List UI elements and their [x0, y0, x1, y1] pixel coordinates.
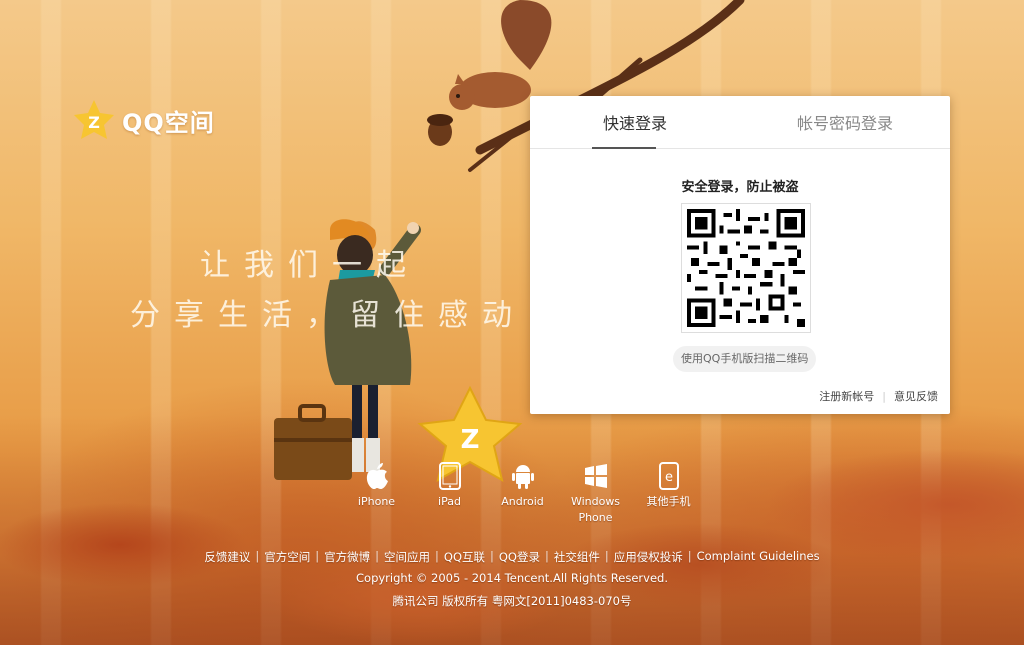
footer-link-space-apps[interactable]: 空间应用	[384, 549, 430, 565]
tablet-icon	[436, 462, 464, 490]
platform-label: Android	[501, 495, 544, 508]
platform-windows-phone[interactable]: Windows Phone	[559, 462, 632, 526]
feedback-link[interactable]: 意见反馈	[894, 388, 938, 404]
android-icon	[509, 462, 537, 490]
windows-icon	[582, 462, 610, 490]
footer-link-official-weibo[interactable]: 官方微博	[324, 549, 370, 565]
divider: |	[435, 549, 439, 563]
apple-icon	[363, 462, 391, 490]
footer-link-social-components[interactable]: 社交组件	[554, 549, 600, 565]
platform-label: Windows Phone	[570, 495, 621, 524]
footer-link-official-space[interactable]: 官方空间	[264, 549, 310, 565]
phone-icon: e	[655, 462, 683, 490]
divider: |	[315, 549, 320, 563]
tab-quick-login[interactable]: 快速登录	[530, 96, 740, 149]
divider: |	[604, 549, 609, 563]
qr-hint: 使用QQ手机版扫描二维码	[673, 346, 817, 372]
footer-link-complaint-guidelines[interactable]: Complaint Guidelines	[697, 549, 820, 565]
svg-text:Z: Z	[88, 113, 100, 132]
platform-other-phones[interactable]: e 其他手机	[632, 462, 705, 526]
qzone-star-icon: Z	[74, 100, 114, 139]
license-text: 腾讯公司 版权所有 粤网文[2011]0483-070号	[392, 594, 632, 608]
divider: |	[490, 549, 494, 563]
divider: |	[375, 549, 380, 563]
login-panel: 快速登录 帐号密码登录 安全登录，防止被盗 使用QQ手机版扫描二维码 注册新帐号…	[530, 96, 950, 414]
divider: |	[544, 549, 549, 563]
svg-text:Z: Z	[461, 425, 480, 455]
slogan-line-2: 分享生活，留住感动	[130, 298, 526, 333]
qr-code-image	[687, 209, 805, 327]
footer-link-feedback[interactable]: 反馈建议	[204, 549, 250, 565]
platform-iphone[interactable]: iPhone	[340, 462, 413, 526]
svg-text:e: e	[665, 470, 673, 485]
platform-ipad[interactable]: iPad	[413, 462, 486, 526]
divider: |	[687, 549, 692, 563]
platform-downloads: iPhone iPad Android Windows Phone e 其他手机	[340, 462, 705, 526]
footer-link-qq-login[interactable]: QQ登录	[499, 549, 540, 565]
tab-password-login[interactable]: 帐号密码登录	[740, 96, 950, 148]
platform-label: 其他手机	[646, 495, 691, 508]
qr-title: 安全登录，防止被盗	[681, 180, 799, 195]
panel-links: 注册新帐号 | 意见反馈	[819, 388, 938, 404]
divider: |	[255, 549, 260, 563]
qr-code	[681, 203, 811, 333]
divider: |	[882, 389, 886, 403]
copyright-text: Copyright © 2005 - 2014 Tencent.All Righ…	[356, 571, 668, 585]
slogan-line-1: 让我们一起	[200, 248, 420, 283]
platform-android[interactable]: Android	[486, 462, 559, 526]
register-link[interactable]: 注册新帐号	[819, 388, 874, 404]
platform-label: iPhone	[357, 495, 396, 508]
platform-label: iPad	[438, 495, 461, 508]
footer: 反馈建议 | 官方空间 | 官方微博 | 空间应用 | QQ互联 | QQ登录 | 社交组件…	[0, 549, 1024, 609]
footer-link-qq-connect[interactable]: QQ互联	[444, 549, 485, 565]
footer-link-infringement[interactable]: 应用侵权投诉	[614, 549, 683, 565]
footer-links: 反馈建议 | 官方空间 | 官方微博 | 空间应用 | QQ互联 | QQ登录 | 社交组件…	[0, 549, 1024, 565]
logo-text: QQ空间	[122, 108, 215, 137]
qzone-logo[interactable]: Z QQ空间	[72, 98, 215, 142]
login-tabs: 快速登录 帐号密码登录	[530, 96, 950, 149]
